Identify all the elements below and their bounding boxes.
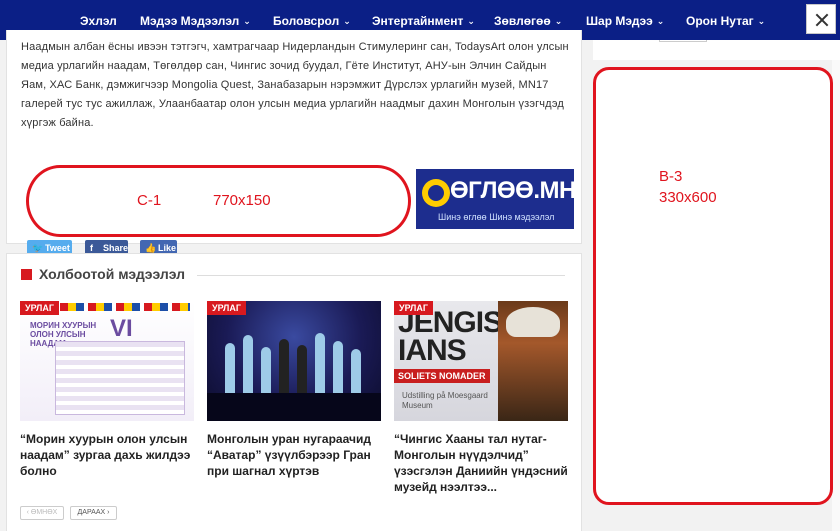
next-button[interactable]: ДАРААХ › xyxy=(70,506,117,520)
nav-item-countryside[interactable]: Орон Нутаг ⌄ xyxy=(686,0,765,40)
article-paragraph: Наадмын албан ёсны ивээн тэтгэгч, хамтра… xyxy=(21,41,569,129)
related-card[interactable]: JENGIS IANS SOLIETS NOMADER Udstilling p… xyxy=(394,301,568,495)
image-caption: JENGIS IANS xyxy=(398,306,503,367)
card-image-morin-khuur[interactable]: МОРИН ХУУРЫН ОЛОН УЛСЫН НААДАМ VI УРЛАГ xyxy=(20,301,194,421)
nav-item-label: Эхлэл xyxy=(80,14,117,28)
uglu-logo-text: ӨГЛӨӨ.МН xyxy=(450,177,574,204)
nav-item-label: Боловсрол xyxy=(273,14,340,28)
ad-c1-name: C-1 xyxy=(137,192,162,209)
ad-slot-b3[interactable]: B-3 330x600 xyxy=(593,67,833,505)
image-banner: SOLIETS NOMADER xyxy=(394,369,490,383)
related-card[interactable]: МОРИН ХУУРЫН ОЛОН УЛСЫН НААДАМ VI УРЛАГ … xyxy=(20,301,194,479)
chevron-down-icon: ⌄ xyxy=(656,16,665,26)
stage-floor xyxy=(207,393,381,421)
close-icon[interactable] xyxy=(806,4,836,34)
nav-item-label: Шар Мэдээ xyxy=(586,14,653,28)
image-note: Udstilling på Moesgaard Museum xyxy=(402,391,488,410)
ad-c1-size: 770x150 xyxy=(213,192,271,209)
sidebar-search-strip xyxy=(593,40,840,60)
share-label: Share xyxy=(103,243,129,253)
nav-item-label: Мэдээ Мэдээлэл xyxy=(140,14,240,28)
card-image-chinggis-exhibition[interactable]: JENGIS IANS SOLIETS NOMADER Udstilling p… xyxy=(394,301,568,421)
nav-item-gossip[interactable]: Шар Мэдээ ⌄ xyxy=(586,0,664,40)
card-title[interactable]: Монголын уран нугараачид “Аватар” үзүүлб… xyxy=(207,431,381,479)
nav-item-label: Орон Нутаг xyxy=(686,14,754,28)
card-title[interactable]: “Морин хуурын олон улсын наадам” зургаа … xyxy=(20,431,194,479)
ad-b3-label: B-3 330x600 xyxy=(659,166,717,208)
card-image-avatar-performers[interactable]: УРЛАГ xyxy=(207,301,381,421)
related-news-panel: Холбоотой мэдээлэл МОРИН ХУУРЫН ОЛОН УЛС… xyxy=(6,253,582,531)
ad-b3-name: B-3 xyxy=(659,168,683,185)
chevron-down-icon: ⌄ xyxy=(243,16,251,26)
like-label: Like xyxy=(158,243,177,253)
ad-b3-size: 330x600 xyxy=(659,189,717,206)
article-panel: Наадмын албан ёсны ивээн тэтгэгч, хамтра… xyxy=(6,30,582,257)
sun-logo-icon xyxy=(422,179,450,207)
related-heading: Холбоотой мэдээлэл xyxy=(21,266,185,282)
chevron-down-icon: ⌄ xyxy=(554,16,563,26)
related-heading-text: Холбоотой мэдээлэл xyxy=(39,266,186,282)
nav-item-label: Зөвлөгөө xyxy=(494,14,551,28)
chevron-down-icon: ⌄ xyxy=(343,16,351,26)
chevron-down-icon: ⌄ xyxy=(757,16,766,26)
ad-slot-c1[interactable]: C-1 770x150 xyxy=(26,165,411,237)
category-badge[interactable]: УРЛАГ xyxy=(394,301,433,315)
image-numeral: VI xyxy=(110,315,133,342)
flags-strip xyxy=(60,303,190,311)
category-badge[interactable]: УРЛАГ xyxy=(20,301,59,315)
tweet-label: Tweet xyxy=(45,243,70,253)
nav-item-label: Энтертайнмент xyxy=(372,14,464,28)
heading-square-icon xyxy=(21,269,32,280)
chevron-down-icon: ⌄ xyxy=(467,16,475,26)
schedule-table-graphic xyxy=(55,341,185,415)
page-right-edge xyxy=(832,60,840,531)
uglu-mn-banner[interactable]: ӨГЛӨӨ.МН Шинэ өглөө Шинэ мэдээлэл xyxy=(416,169,574,229)
card-title[interactable]: “Чингис Хааны тал нутаг- Монголын нүүдэл… xyxy=(394,431,568,495)
sidebar-search-box[interactable] xyxy=(659,40,707,42)
heading-divider xyxy=(197,275,565,276)
portrait-hat xyxy=(506,307,560,337)
prev-button[interactable]: ‹ ӨМНӨХ xyxy=(20,506,64,520)
uglu-tagline: Шинэ өглөө Шинэ мэдээлэл xyxy=(438,212,555,222)
category-badge[interactable]: УРЛАГ xyxy=(207,301,246,315)
related-card[interactable]: УРЛАГ Монголын уран нугараачид “Аватар” … xyxy=(207,301,381,479)
